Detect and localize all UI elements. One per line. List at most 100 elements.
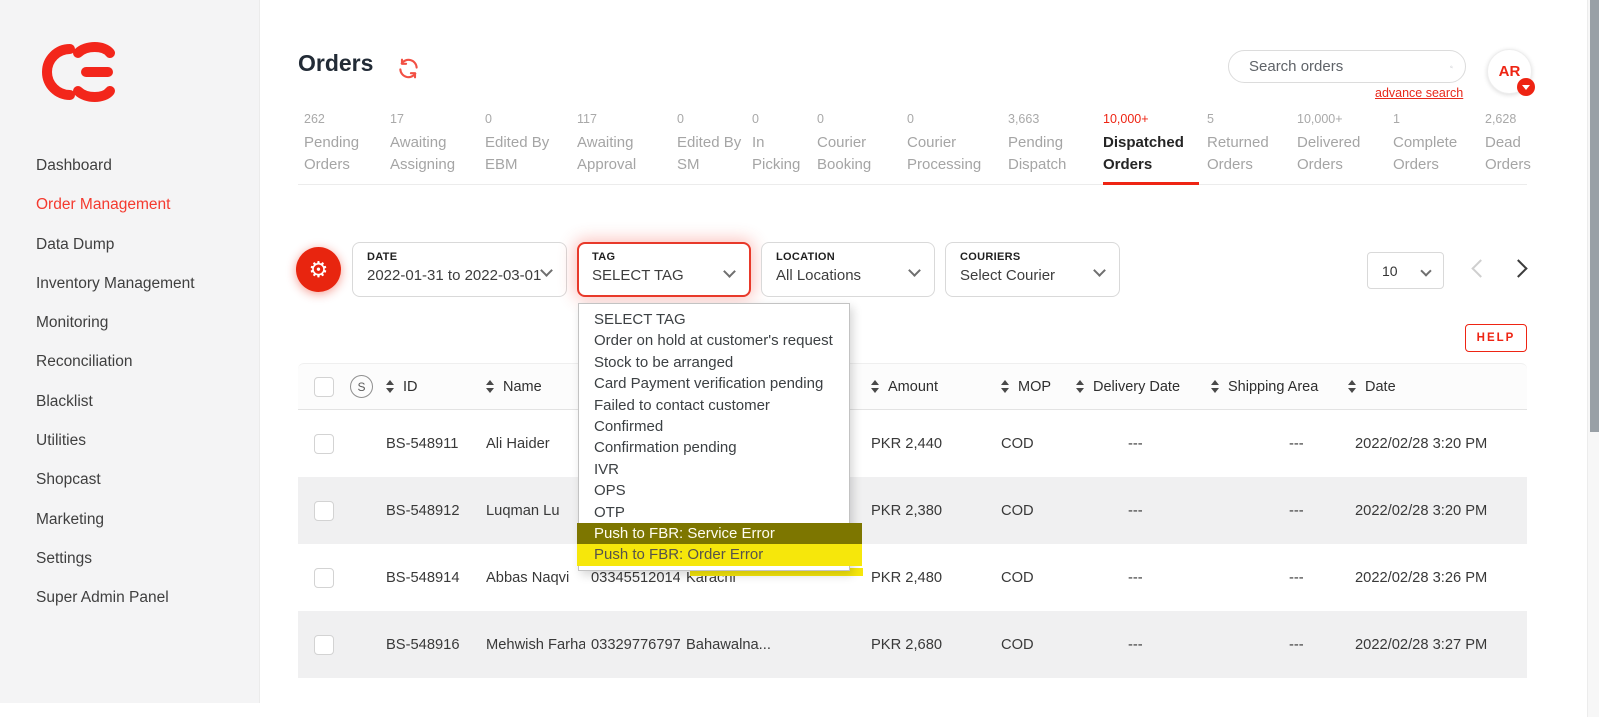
date-filter-dropdown[interactable]: DATE 2022-01-31 to 2022-03-01	[352, 242, 567, 297]
column-header-id[interactable]: ID	[380, 379, 480, 395]
sidebar-item-shopcast[interactable]: Shopcast	[36, 460, 195, 499]
cell-phone: 03329776797	[585, 637, 680, 653]
page-size-select[interactable]: 10	[1367, 252, 1444, 289]
status-tab-returned-orders[interactable]: 5Returned Orders	[1207, 112, 1275, 176]
status-tab-courier-booking[interactable]: 0Courier Booking	[817, 112, 885, 176]
tab-label: Awaiting Assigning	[390, 132, 458, 176]
column-header-name[interactable]: Name	[480, 379, 585, 395]
sidebar-item-utilities[interactable]: Utilities	[36, 421, 195, 460]
pagination-prev-button[interactable]	[1471, 259, 1489, 277]
row-checkbox[interactable]	[314, 434, 334, 454]
sort-icon	[1076, 380, 1084, 393]
row-checkbox[interactable]	[314, 501, 334, 521]
sidebar-item-blacklist[interactable]: Blacklist	[36, 382, 195, 421]
column-header-amount[interactable]: Amount	[865, 379, 995, 395]
refresh-icon[interactable]	[397, 57, 420, 80]
search-icon[interactable]	[1450, 56, 1453, 78]
tag-option-stock-to-be-arranged[interactable]: Stock to be arranged	[579, 352, 849, 373]
column-header-date[interactable]: Date	[1342, 379, 1527, 395]
sidebar-item-monitoring[interactable]: Monitoring	[36, 303, 195, 342]
status-tab-awaiting-assigning[interactable]: 17 Awaiting Assigning	[390, 112, 458, 176]
sidebar-item-settings[interactable]: Settings	[36, 539, 195, 578]
s-column-badge: S	[350, 375, 373, 398]
tag-option-ivr[interactable]: IVR	[579, 459, 849, 480]
cell-mop: COD	[995, 637, 1070, 653]
sidebar-item-marketing[interactable]: Marketing	[36, 500, 195, 539]
column-header-mop[interactable]: MOP	[995, 379, 1070, 395]
sidebar-item-order-management[interactable]: Order Management	[36, 185, 195, 224]
tag-filter-dropdown[interactable]: TAG SELECT TAG	[577, 242, 751, 297]
tag-option-confirmation-pending[interactable]: Confirmation pending	[579, 437, 849, 458]
status-tab-edited-by-ebm[interactable]: 0 Edited By EBM	[485, 112, 553, 176]
cell-name: Luqman Lu	[480, 503, 585, 519]
status-tab-pending-dispatch[interactable]: 3,663Pending Dispatch	[1008, 112, 1076, 176]
status-tab-delivered-orders[interactable]: 10,000+Delivered Orders	[1297, 112, 1365, 176]
couriers-filter-dropdown[interactable]: COURIERS Select Courier	[945, 242, 1120, 297]
filter-label: DATE	[367, 251, 552, 263]
header-s-cell: S	[338, 375, 380, 398]
tag-option-push-to-fbr-order-error[interactable]: Push to FBR: Order Error	[577, 544, 862, 565]
status-tab-courier-processing[interactable]: 0Courier Processing	[907, 112, 975, 176]
sort-icon	[1348, 380, 1356, 393]
sidebar-item-super-admin-panel[interactable]: Super Admin Panel	[36, 578, 195, 617]
search-input[interactable]	[1247, 57, 1450, 76]
tab-label: Courier Processing	[907, 132, 975, 176]
vertical-scrollbar-thumb[interactable]	[1590, 0, 1599, 432]
tag-option-otp[interactable]: OTP	[579, 502, 849, 523]
select-all-checkbox[interactable]	[314, 377, 334, 397]
filter-label: LOCATION	[776, 251, 920, 263]
advance-search-link[interactable]: advance search	[1375, 86, 1463, 100]
table-header-row: S ID Name Amount MOP Delivery Date Shipp…	[298, 363, 1527, 410]
row-checkbox[interactable]	[314, 635, 334, 655]
tag-option-failed-to-contact[interactable]: Failed to contact customer	[579, 395, 849, 416]
tag-option-push-to-fbr-service-error[interactable]: Push to FBR: Service Error	[577, 523, 862, 544]
tab-label: Complete Orders	[1393, 132, 1461, 176]
cell-date: 2022/02/28 3:27 PM	[1342, 637, 1527, 653]
status-tab-complete-orders[interactable]: 1Complete Orders	[1393, 112, 1461, 176]
status-tab-awaiting-approval[interactable]: 117Awaiting Approval	[577, 112, 645, 176]
filter-settings-button[interactable]: ⚙	[296, 247, 341, 292]
sort-icon	[1001, 380, 1009, 393]
column-header-shipping-area[interactable]: Shipping Area	[1205, 379, 1342, 395]
cell-amount: PKR 2,680	[865, 637, 995, 653]
tab-label: Dispatched Orders	[1103, 132, 1183, 176]
status-tab-dead-orders[interactable]: 2,628Dead Orders	[1485, 112, 1553, 176]
location-filter-dropdown[interactable]: LOCATION All Locations	[761, 242, 935, 297]
sidebar-item-reconciliation[interactable]: Reconciliation	[36, 342, 195, 381]
tab-label: Dead Orders	[1485, 132, 1553, 176]
tag-option-ops[interactable]: OPS	[579, 480, 849, 501]
tab-label: Edited By EBM	[485, 132, 553, 176]
status-tab-edited-by-sm[interactable]: 0Edited By SM	[677, 112, 745, 176]
table-row: BS-548914 Abbas Naqvi 03345512014 Karach…	[298, 544, 1527, 611]
row-checkbox[interactable]	[314, 568, 334, 588]
status-tab-in-picking[interactable]: 0In Picking	[752, 112, 794, 176]
page-size-value: 10	[1382, 263, 1398, 279]
table-row: BS-548911 Ali Haider PKR 2,440 COD --- -…	[298, 410, 1527, 477]
sidebar-item-inventory-management[interactable]: Inventory Management	[36, 264, 195, 303]
cell-name: Abbas Naqvi	[480, 570, 585, 586]
status-tab-dispatched-orders[interactable]: 10,000+ Dispatched Orders	[1103, 112, 1183, 176]
pagination-next-button[interactable]	[1509, 259, 1527, 277]
tag-option-select-tag[interactable]: SELECT TAG	[579, 309, 849, 330]
tab-count: 17	[390, 112, 458, 126]
avatar[interactable]: AR	[1487, 49, 1532, 94]
help-button[interactable]: HELP	[1465, 324, 1527, 352]
cell-id: BS-548916	[380, 637, 480, 653]
column-header-delivery-date[interactable]: Delivery Date	[1070, 379, 1205, 395]
tag-option-order-on-hold[interactable]: Order on hold at customer's request	[579, 330, 849, 351]
tab-count: 0	[485, 112, 553, 126]
tab-count: 10,000+	[1103, 112, 1183, 126]
filter-label: COURIERS	[960, 251, 1105, 263]
status-tab-pending-orders[interactable]: 262Pending Orders	[304, 112, 372, 176]
sidebar-item-dashboard[interactable]: Dashboard	[36, 146, 195, 185]
tag-option-confirmed[interactable]: Confirmed	[579, 416, 849, 437]
tag-option-card-payment-verification[interactable]: Card Payment verification pending	[579, 373, 849, 394]
tab-label: Courier Booking	[817, 132, 885, 176]
cell-id: BS-548911	[380, 436, 480, 452]
avatar-menu-badge[interactable]	[1517, 78, 1535, 96]
cell-name: Ali Haider	[480, 436, 585, 452]
sidebar: Dashboard Order Management Data Dump Inv…	[0, 0, 260, 703]
avatar-initials: AR	[1499, 63, 1521, 80]
sidebar-item-data-dump[interactable]: Data Dump	[36, 225, 195, 264]
chevron-down-icon	[1522, 85, 1530, 90]
